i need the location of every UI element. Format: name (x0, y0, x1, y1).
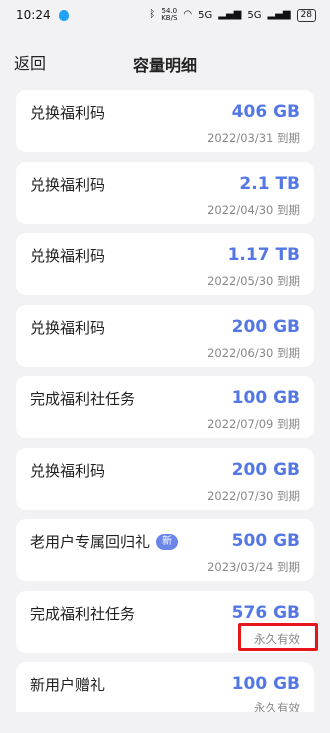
signal-5g-label-1: 5G (198, 9, 213, 21)
item-expiry: 2022/07/30 到期 (207, 488, 300, 503)
item-amount: 576 GB (231, 602, 300, 623)
list-item: 兑换福利码 200 GB 2022/06/30 到期 (16, 304, 314, 367)
status-time: 10:24 (16, 8, 51, 22)
signal-5g-label-2: 5G (247, 9, 262, 21)
qq-notification-icon (58, 9, 69, 21)
item-expiry: 永久有效 (254, 701, 300, 712)
net-speed: 54.0 KB/S (161, 8, 177, 22)
status-bar: 10:24 ᛒ 54.0 KB/S ◠ 5G ▂▄▆ 5G ▂▄▆ 28 (0, 0, 330, 30)
status-right: ᛒ 54.0 KB/S ◠ 5G ▂▄▆ 5G ▂▄▆ 28 (149, 8, 316, 22)
list-item: 兑换福利码 1.17 TB 2022/05/30 到期 (16, 233, 314, 295)
signal-icon: ▂▄▆ (218, 9, 242, 20)
list-item: 兑换福利码 2.1 TB 2022/04/30 到期 (16, 161, 314, 224)
highlight-annotation-box (238, 622, 318, 651)
navbar: 返回 容量明细 (0, 44, 330, 84)
item-title: 兑换福利码 (30, 318, 106, 337)
battery-icon: 28 (296, 8, 316, 22)
item-title: 兑换福利码 (30, 175, 106, 194)
item-expiry: 2022/07/09 到期 (207, 417, 300, 431)
list-item: 兑换福利码 406 GB 2022/03/31 到期 (16, 90, 314, 152)
status-left: 10:24 (16, 8, 69, 22)
list-item: 新用户赠礼 100 GB 永久有效 (16, 662, 314, 712)
net-speed-unit: KB/S (161, 14, 178, 22)
item-expiry: 2023/03/24 到期 (207, 560, 300, 574)
item-title-with-badge: 老用户专属回归礼 新 (30, 531, 179, 552)
item-amount: 200 GB (231, 316, 300, 337)
new-badge: 新 (156, 533, 179, 550)
list-item: 老用户专属回归礼 新 500 GB 2023/03/24 到期 (16, 519, 314, 581)
item-amount: 2.1 TB (239, 173, 300, 194)
signal-icon-2: ▂▄▆ (267, 9, 291, 20)
item-title: 完成福利社任务 (30, 604, 136, 623)
bluetooth-icon: ᛒ (149, 9, 156, 20)
item-expiry: 2022/06/30 到期 (207, 345, 300, 360)
item-title-text: 老用户专属回归礼 (30, 533, 151, 551)
item-title: 新用户赠礼 (30, 676, 106, 694)
item-expiry: 2022/04/30 到期 (207, 202, 300, 217)
list-item: 完成福利社任务 100 GB 2022/07/09 到期 (16, 376, 314, 438)
page-title: 容量明细 (132, 56, 197, 75)
item-title: 兑换福利码 (30, 104, 106, 122)
capacity-list: 兑换福利码 406 GB 2022/03/31 到期 兑换福利码 2.1 TB … (16, 90, 318, 722)
item-expiry: 2022/05/30 到期 (207, 274, 300, 288)
item-title: 兑换福利码 (30, 461, 106, 480)
item-expiry: 2022/03/31 到期 (207, 131, 300, 145)
item-amount: 200 GB (231, 459, 300, 480)
list-item: 完成福利社任务 576 GB 永久有效 (16, 590, 318, 653)
item-amount: 1.17 TB (227, 245, 300, 265)
wifi-icon: ◠ (183, 9, 193, 20)
list-item: 兑换福利码 200 GB 2022/07/30 到期 (16, 447, 314, 510)
item-title: 完成福利社任务 (30, 390, 136, 408)
item-title: 兑换福利码 (30, 247, 106, 265)
item-amount: 500 GB (231, 531, 300, 551)
item-amount: 406 GB (231, 102, 300, 122)
item-amount: 100 GB (231, 674, 300, 694)
item-amount: 100 GB (231, 388, 300, 408)
